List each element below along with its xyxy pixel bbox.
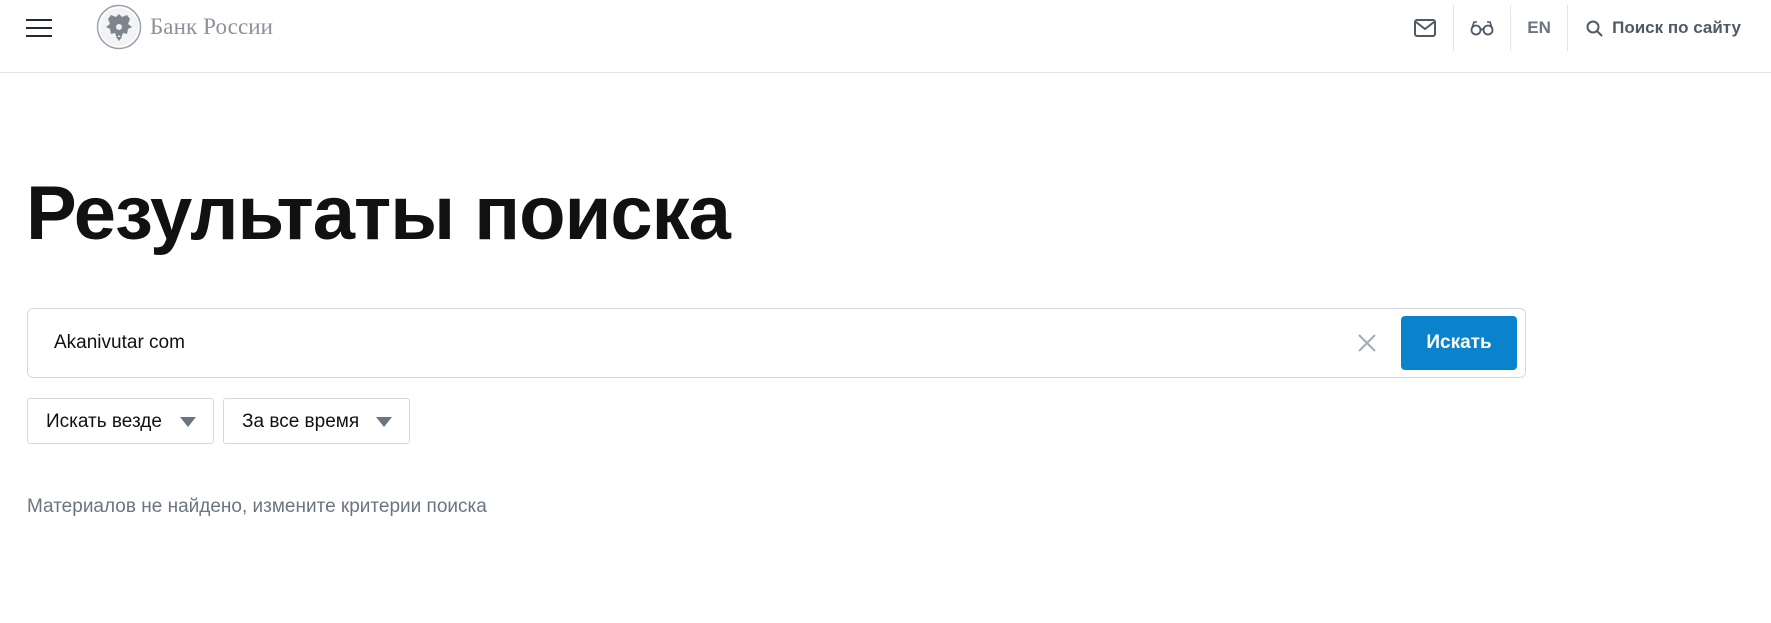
search-input[interactable] <box>54 323 1354 363</box>
accessibility-button[interactable] <box>1454 0 1510 56</box>
scope-filter-label: Искать везде <box>46 411 162 432</box>
search-icon <box>1586 20 1603 36</box>
eagle-emblem-icon <box>96 4 142 50</box>
logo-text: Банк России <box>150 14 274 39</box>
close-icon <box>1358 334 1376 352</box>
glasses-icon <box>1470 21 1494 36</box>
site-search-link[interactable]: Поиск по сайту <box>1568 0 1771 56</box>
search-form: Искать <box>27 308 1526 378</box>
triangle-down-icon <box>180 417 196 427</box>
search-submit-button[interactable]: Искать <box>1401 316 1517 370</box>
scope-filter-dropdown[interactable]: Искать везде <box>27 398 214 444</box>
site-search-label: Поиск по сайту <box>1612 18 1741 37</box>
mail-icon <box>1414 19 1437 37</box>
hamburger-icon[interactable] <box>24 14 54 40</box>
site-header: Банк России EN Поиск по сайту <box>0 0 1771 73</box>
header-actions: EN Поиск по сайту <box>1397 0 1771 56</box>
bank-logo[interactable]: Банк России <box>96 4 273 50</box>
mail-button[interactable] <box>1397 0 1453 56</box>
no-results-message: Материалов не найдено, измените критерии… <box>27 496 487 517</box>
triangle-down-icon <box>376 417 392 427</box>
language-switch[interactable]: EN <box>1511 0 1567 56</box>
clear-search-button[interactable] <box>1355 331 1379 355</box>
period-filter-dropdown[interactable]: За все время <box>223 398 410 444</box>
page-title: Результаты поиска <box>26 171 731 256</box>
period-filter-label: За все время <box>242 411 360 432</box>
